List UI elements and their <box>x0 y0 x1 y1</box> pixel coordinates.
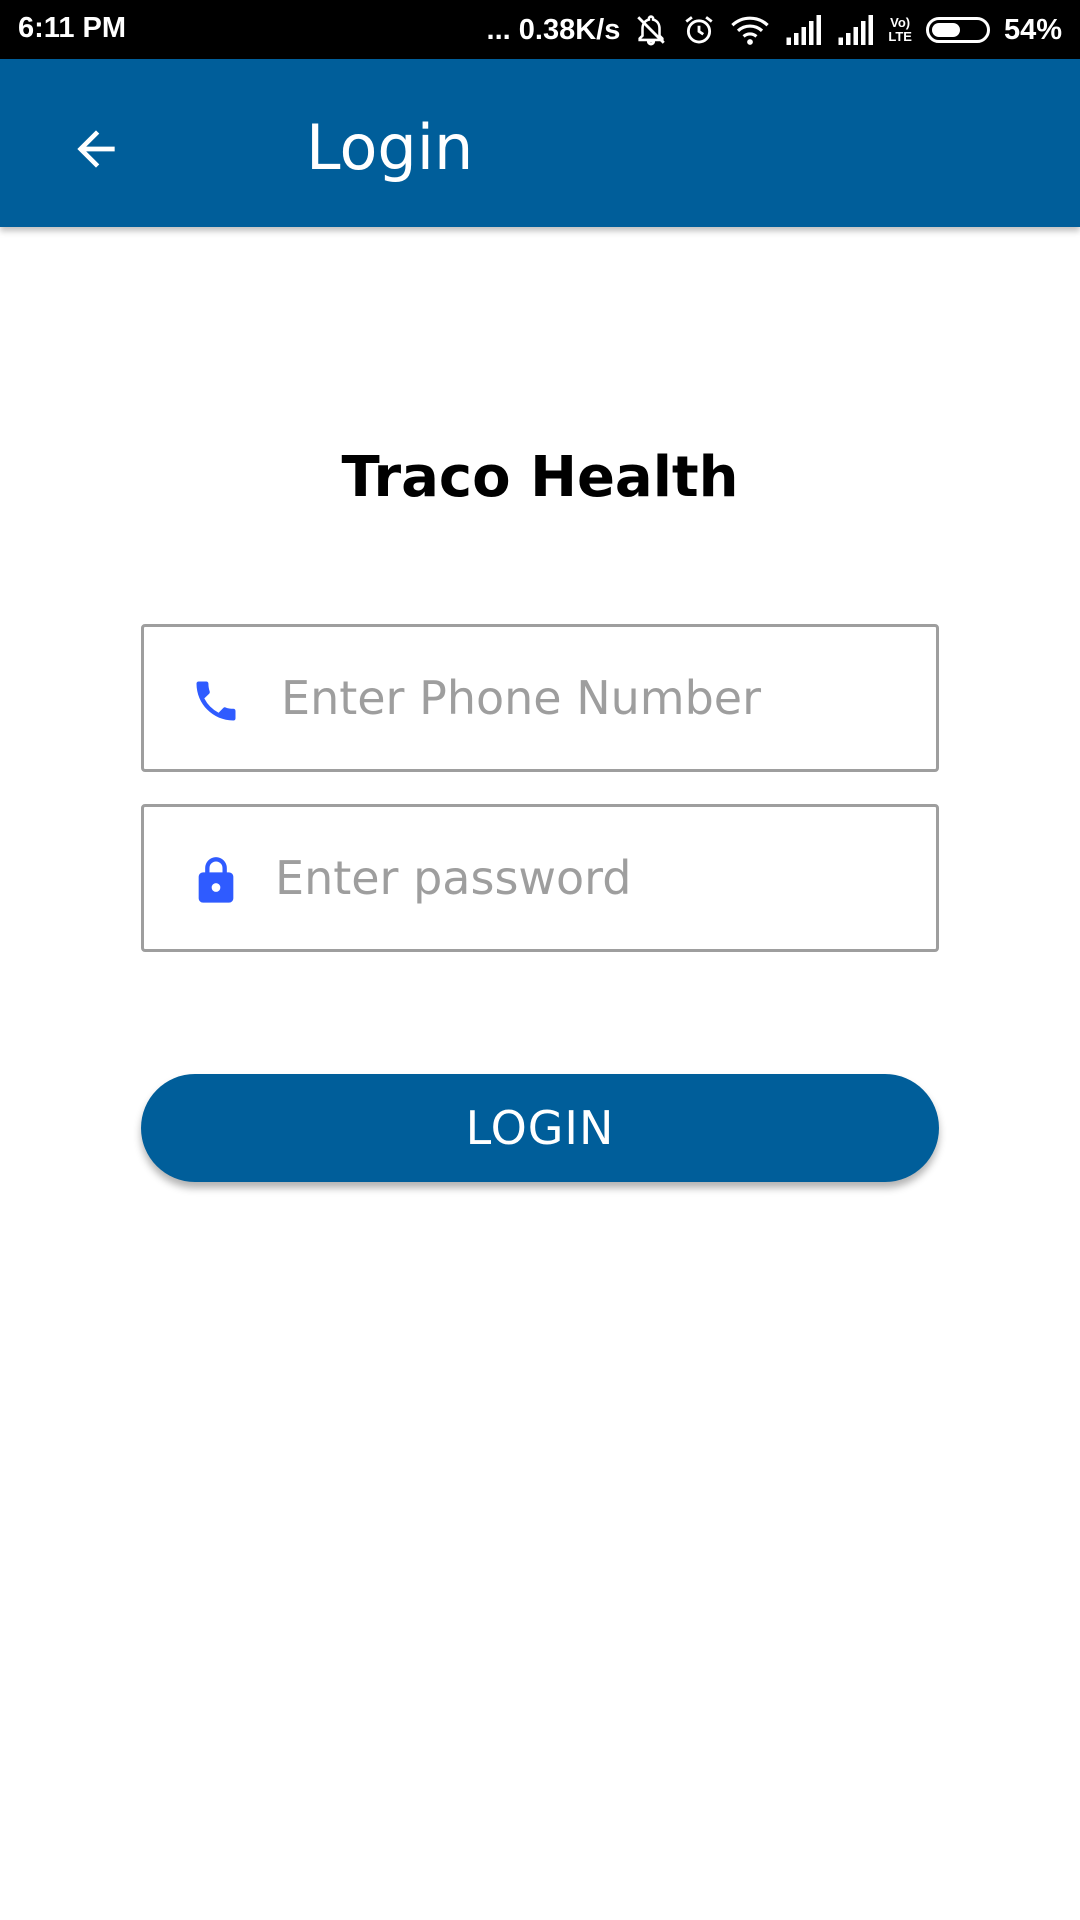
back-button[interactable] <box>56 109 136 189</box>
login-button-label: LOGIN <box>465 1101 615 1155</box>
signal-icon <box>836 15 874 45</box>
mute-icon <box>634 13 668 47</box>
phone-icon <box>184 669 248 733</box>
status-icons: ... 0.38K/s Vo) LTE 54% <box>487 10 1062 50</box>
volte-label: Vo) <box>890 15 911 30</box>
status-time: 6:11 PM <box>18 12 126 44</box>
phone-field[interactable] <box>141 624 939 772</box>
alarm-icon <box>682 13 716 47</box>
battery-icon <box>925 17 990 43</box>
password-field[interactable] <box>141 804 939 952</box>
page-title: Login <box>306 111 474 184</box>
brand-title: Traco Health <box>341 445 739 510</box>
volte-icon: Vo) LTE <box>888 16 912 44</box>
password-input[interactable] <box>275 807 916 949</box>
lock-icon <box>184 849 248 913</box>
phone-input[interactable] <box>281 627 916 769</box>
lte-label: LTE <box>888 29 912 44</box>
arrow-back-icon <box>77 130 115 168</box>
login-button[interactable]: LOGIN <box>141 1074 939 1182</box>
app-bar: Login <box>0 59 1080 227</box>
network-speed: ... 0.38K/s <box>486 13 621 46</box>
wifi-icon <box>730 14 770 46</box>
battery-percent: 54% <box>1003 13 1062 46</box>
status-bar: 6:11 PM ... 0.38K/s Vo) LTE 54% <box>0 0 1080 59</box>
signal-icon <box>784 15 822 45</box>
login-screen: 6:11 PM ... 0.38K/s Vo) LTE 54% Login Tr… <box>0 0 1080 1920</box>
battery-level <box>931 23 960 37</box>
